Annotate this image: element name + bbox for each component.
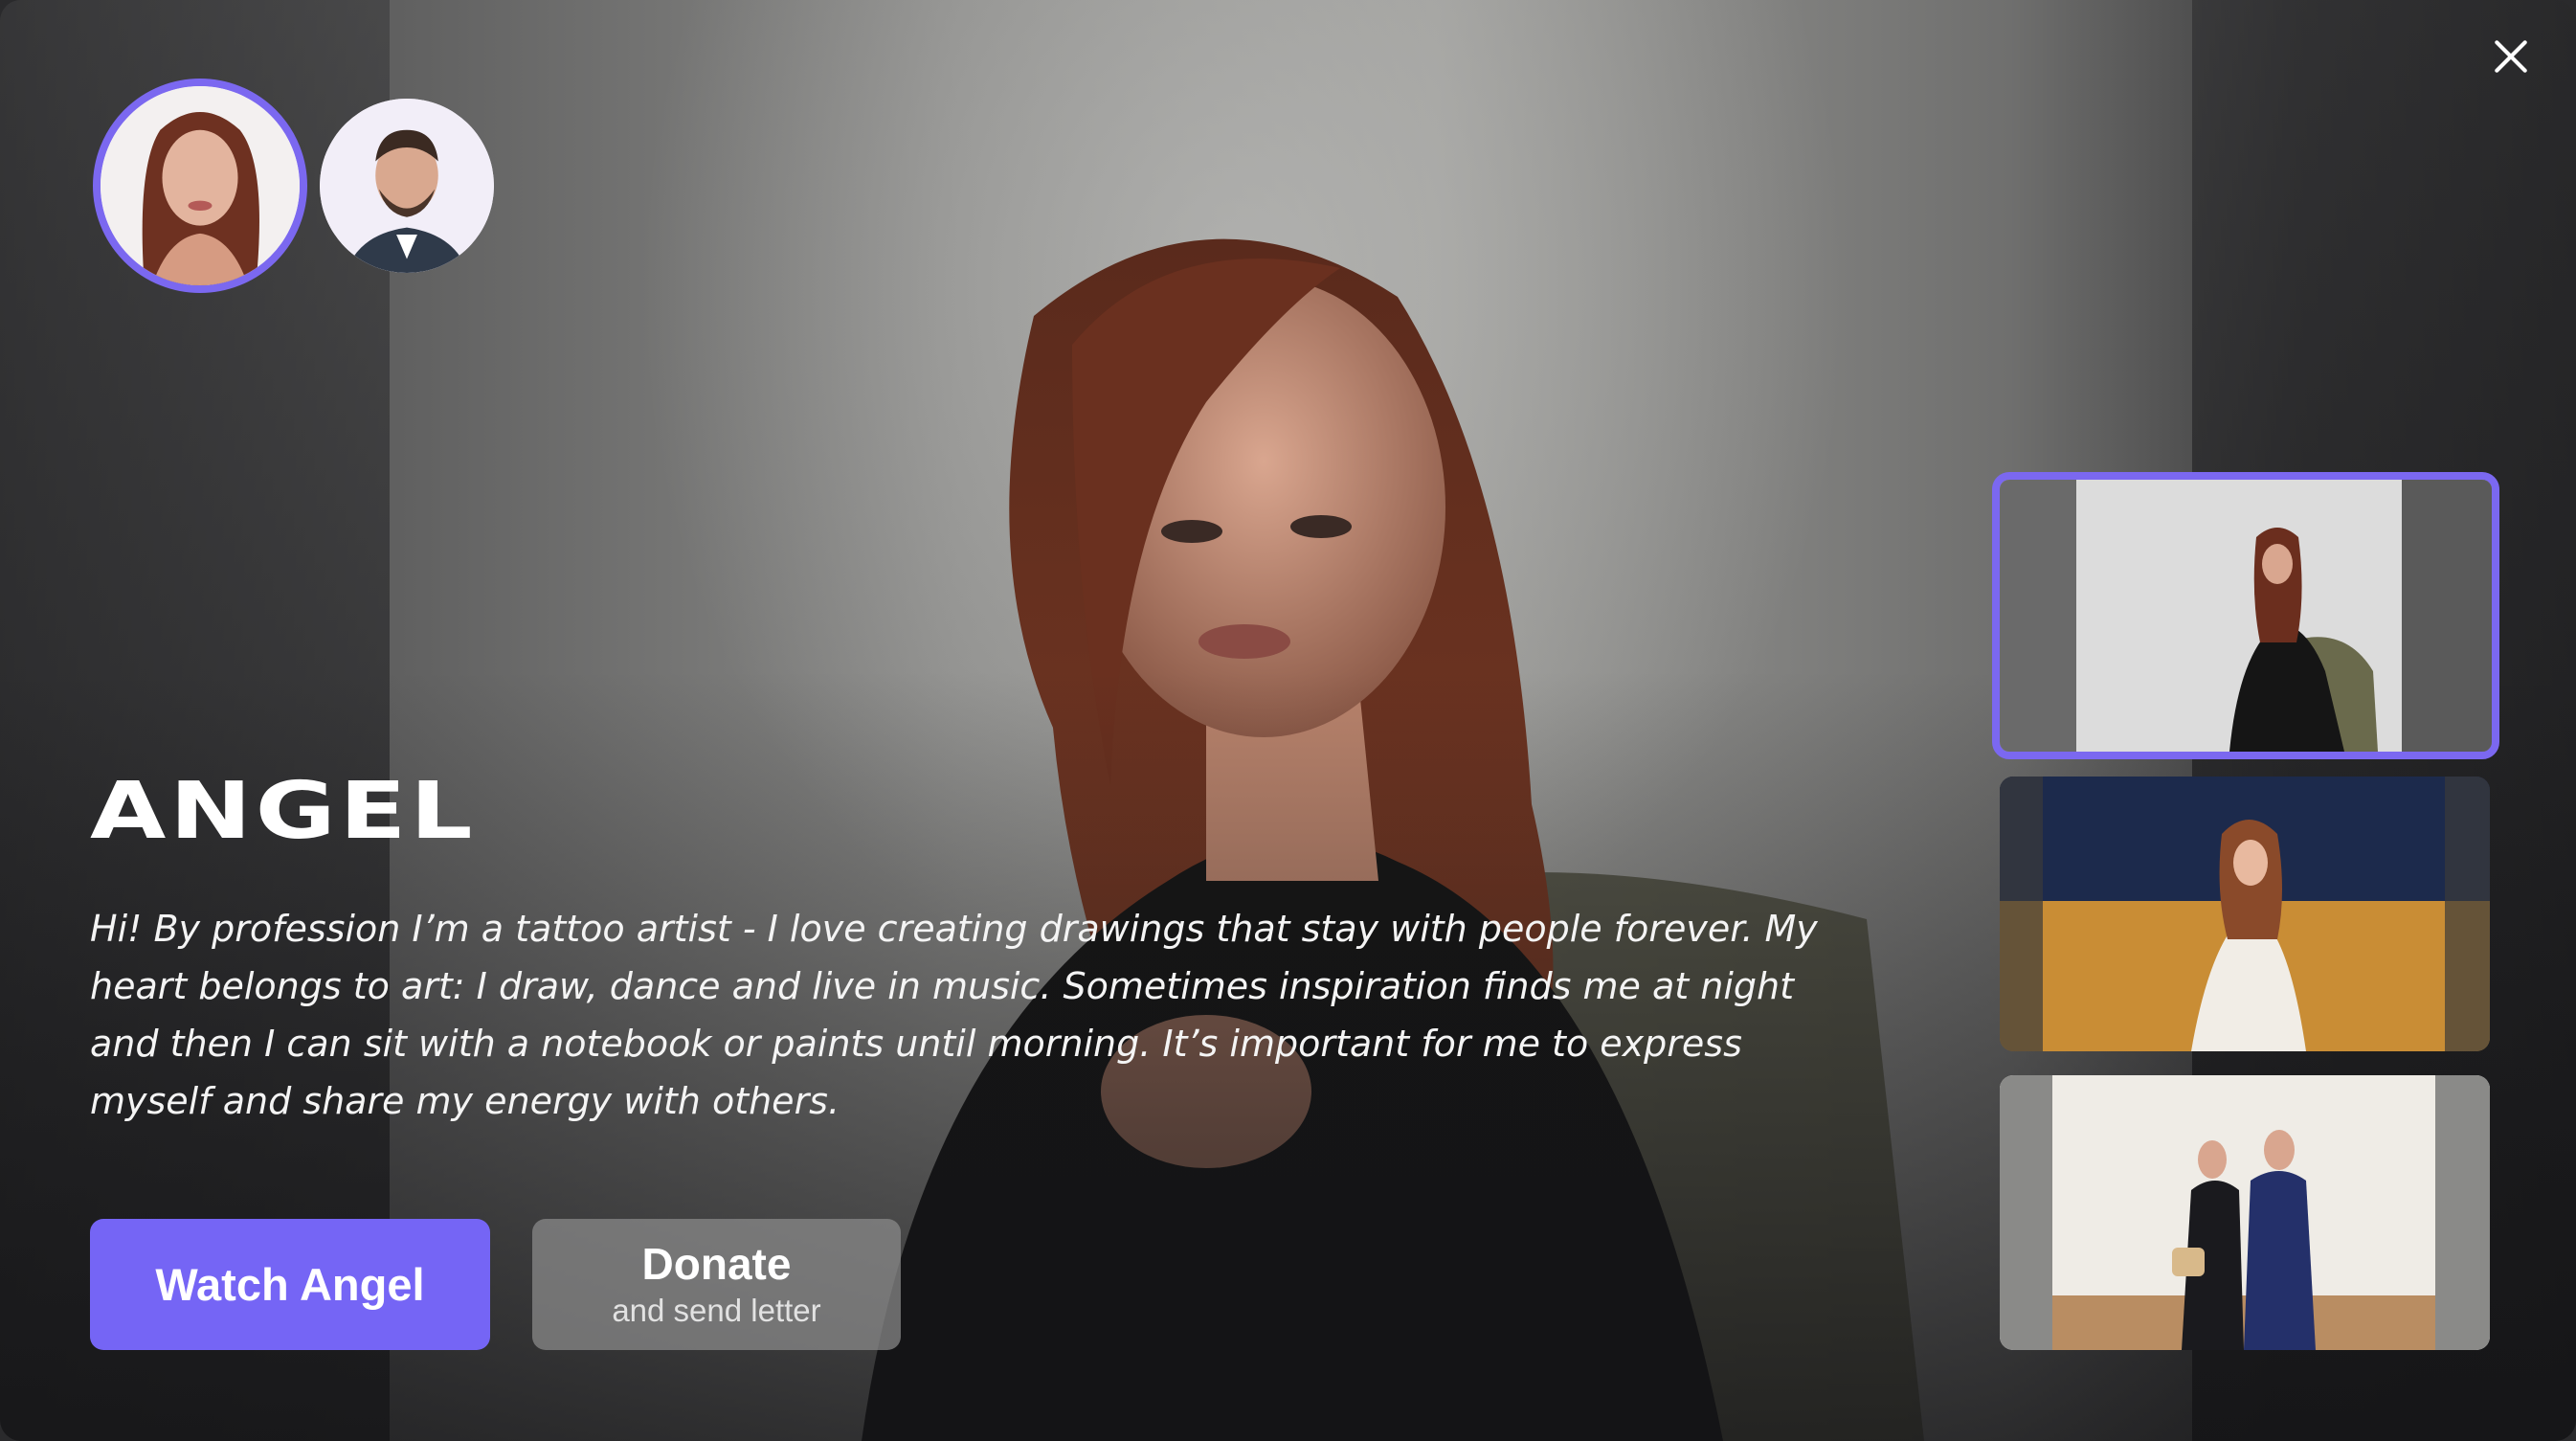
studio-portrait-image <box>2000 480 2492 752</box>
watch-button[interactable]: Watch Angel <box>90 1219 490 1350</box>
avatar-woman-icon <box>101 86 300 285</box>
close-button[interactable] <box>2483 29 2539 84</box>
donate-sub-label: and send letter <box>612 1292 821 1328</box>
avatar-man[interactable] <box>320 99 494 273</box>
donate-label: Donate <box>641 1238 792 1289</box>
profile-name: ANGEL <box>90 766 477 857</box>
profile-bio: Hi! By profession I’m a tattoo artist - … <box>90 908 1818 1122</box>
close-icon <box>2495 40 2527 73</box>
avatar-woman-selected[interactable] <box>93 79 307 293</box>
profile-modal: ANGEL Hi! By profession I’m a tattoo art… <box>0 0 2576 1441</box>
couple-photo-image <box>2000 1075 2490 1350</box>
donate-button[interactable]: Donate and send letter <box>532 1219 901 1350</box>
avatar-man-icon <box>320 99 494 273</box>
gallery-thumb-selected[interactable] <box>1992 472 2499 759</box>
beach-portrait-image <box>2000 777 2490 1051</box>
gallery-thumb-couple[interactable] <box>2000 1075 2490 1350</box>
gallery-thumb-beach[interactable] <box>2000 777 2490 1051</box>
